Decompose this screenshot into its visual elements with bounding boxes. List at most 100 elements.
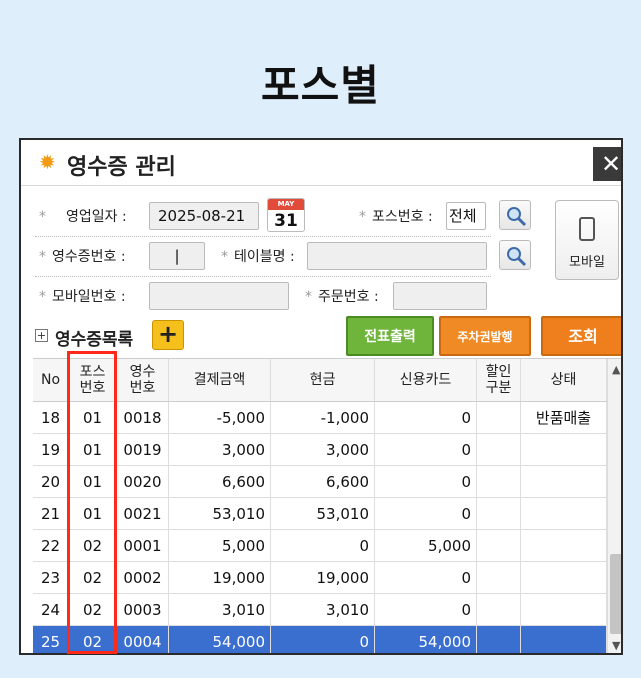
cell-cash: 0	[271, 626, 375, 653]
scroll-up-icon[interactable]: ▲	[612, 363, 620, 376]
cell-discount	[477, 498, 521, 529]
mobile-button-label: 모바일	[569, 255, 605, 270]
col-discount[interactable]: 할인 구분	[477, 359, 521, 401]
cell-receipt-no: 0004	[117, 626, 169, 653]
cell-receipt-no: 0003	[117, 594, 169, 625]
cell-discount	[477, 562, 521, 593]
cell-receipt-no: 0021	[117, 498, 169, 529]
pos-no-label: * 포스번호 :	[359, 209, 433, 225]
add-button[interactable]: +	[152, 320, 184, 350]
cell-discount	[477, 594, 521, 625]
col-receipt-no[interactable]: 영수 번호	[117, 359, 169, 401]
cell-pos-no: 02	[69, 530, 117, 561]
table-row[interactable]: 24 02 0003 3,010 3,010 0	[33, 594, 607, 626]
window-title: 영수증 관리	[67, 155, 176, 180]
cell-no: 18	[33, 402, 69, 433]
cell-amount: 5,000	[169, 530, 271, 561]
table-search-button[interactable]	[499, 240, 531, 270]
scroll-thumb[interactable]	[610, 554, 621, 634]
cell-receipt-no: 0019	[117, 434, 169, 465]
table-name-label: * 테이블명 :	[221, 249, 295, 265]
grid-header: No 포스 번호 영수 번호 결제금액 현금 신용카드 할인 구분 상태	[33, 359, 607, 402]
vertical-scrollbar[interactable]: ▲ ▼	[607, 359, 621, 653]
table-row[interactable]: 25 02 0004 54,000 0 54,000	[33, 626, 607, 653]
cell-status: 반품매출	[521, 402, 607, 433]
print-slip-button[interactable]: 전표출력	[346, 316, 434, 356]
calendar-day: 31	[274, 211, 298, 231]
col-no[interactable]: No	[33, 359, 69, 401]
pos-search-button[interactable]	[499, 200, 531, 230]
cell-discount	[477, 434, 521, 465]
close-button[interactable]: ✕	[593, 147, 621, 181]
gear-icon: ✹	[39, 150, 56, 174]
cell-no: 23	[33, 562, 69, 593]
cell-no: 22	[33, 530, 69, 561]
cell-status	[521, 594, 607, 625]
row-divider	[35, 276, 491, 277]
sales-date-label: * 영업일자 :	[39, 209, 127, 225]
search-icon	[507, 207, 527, 227]
expand-toggle[interactable]: +	[35, 329, 48, 342]
cell-pos-no: 01	[69, 434, 117, 465]
table-row[interactable]: 20 01 0020 6,600 6,600 0	[33, 466, 607, 498]
cell-card: 54,000	[375, 626, 477, 653]
cell-card: 0	[375, 434, 477, 465]
cell-amount: -5,000	[169, 402, 271, 433]
scroll-down-icon[interactable]: ▼	[612, 639, 620, 652]
cell-amount: 54,000	[169, 626, 271, 653]
table-row[interactable]: 23 02 0002 19,000 19,000 0	[33, 562, 607, 594]
mobile-no-label: * 모바일번호 :	[39, 289, 126, 305]
cell-pos-no: 01	[69, 498, 117, 529]
cell-no: 25	[33, 626, 69, 653]
cell-status	[521, 434, 607, 465]
table-row[interactable]: 18 01 0018 -5,000 -1,000 0 반품매출	[33, 402, 607, 434]
query-button[interactable]: 조회	[541, 316, 621, 356]
cell-discount	[477, 530, 521, 561]
cell-amount: 6,600	[169, 466, 271, 497]
col-amount[interactable]: 결제금액	[169, 359, 271, 401]
page-title: 포스별	[261, 61, 380, 110]
calendar-icon[interactable]: MAY 31	[267, 198, 305, 232]
cell-status	[521, 498, 607, 529]
cell-card: 0	[375, 402, 477, 433]
col-cash[interactable]: 현금	[271, 359, 375, 401]
order-no-label: * 주문번호 :	[305, 289, 379, 305]
mobile-no-input[interactable]	[149, 282, 289, 310]
cell-cash: 53,010	[271, 498, 375, 529]
receipt-no-input[interactable]: |	[149, 242, 205, 270]
table-name-input[interactable]	[307, 242, 487, 270]
col-pos-no[interactable]: 포스 번호	[69, 359, 117, 401]
receipt-grid: No 포스 번호 영수 번호 결제금액 현금 신용카드 할인 구분 상태 18 01 00…	[33, 358, 621, 653]
cell-card: 0	[375, 594, 477, 625]
pos-no-select[interactable]: 전체	[446, 202, 486, 230]
cell-receipt-no: 0018	[117, 402, 169, 433]
col-card[interactable]: 신용카드	[375, 359, 477, 401]
cell-status	[521, 530, 607, 561]
table-row[interactable]: 22 02 0001 5,000 0 5,000	[33, 530, 607, 562]
parking-ticket-button[interactable]: 주차권발행	[439, 316, 531, 356]
cell-card: 0	[375, 562, 477, 593]
col-status[interactable]: 상태	[521, 359, 607, 401]
table-row[interactable]: 21 01 0021 53,010 53,010 0	[33, 498, 607, 530]
mobile-button[interactable]: 모바일	[555, 200, 619, 280]
phone-icon	[579, 217, 595, 241]
cell-card: 0	[375, 466, 477, 497]
cell-amount: 19,000	[169, 562, 271, 593]
sales-date-input[interactable]: 2025-08-21	[149, 202, 259, 230]
list-title: 영수증목록	[55, 330, 134, 350]
cell-receipt-no: 0002	[117, 562, 169, 593]
cell-card: 5,000	[375, 530, 477, 561]
cell-cash: 0	[271, 530, 375, 561]
receipt-no-label: * 영수증번호 :	[39, 249, 126, 265]
receipt-list-header: + 영수증목록 + 전표출력 주차권발행 조회	[21, 316, 621, 356]
table-row[interactable]: 19 01 0019 3,000 3,000 0	[33, 434, 607, 466]
receipt-management-window: ✹ 영수증 관리 ✕ * 영업일자 : 2025-08-21 MAY 31 * 포스…	[19, 138, 623, 655]
cell-card: 0	[375, 498, 477, 529]
cell-no: 24	[33, 594, 69, 625]
cell-status	[521, 466, 607, 497]
cell-pos-no: 02	[69, 594, 117, 625]
order-no-input[interactable]	[393, 282, 487, 310]
cell-pos-no: 01	[69, 466, 117, 497]
search-panel: * 영업일자 : 2025-08-21 MAY 31 * 포스번호 : 전체 * 영수…	[21, 186, 621, 316]
row-divider	[35, 236, 491, 237]
